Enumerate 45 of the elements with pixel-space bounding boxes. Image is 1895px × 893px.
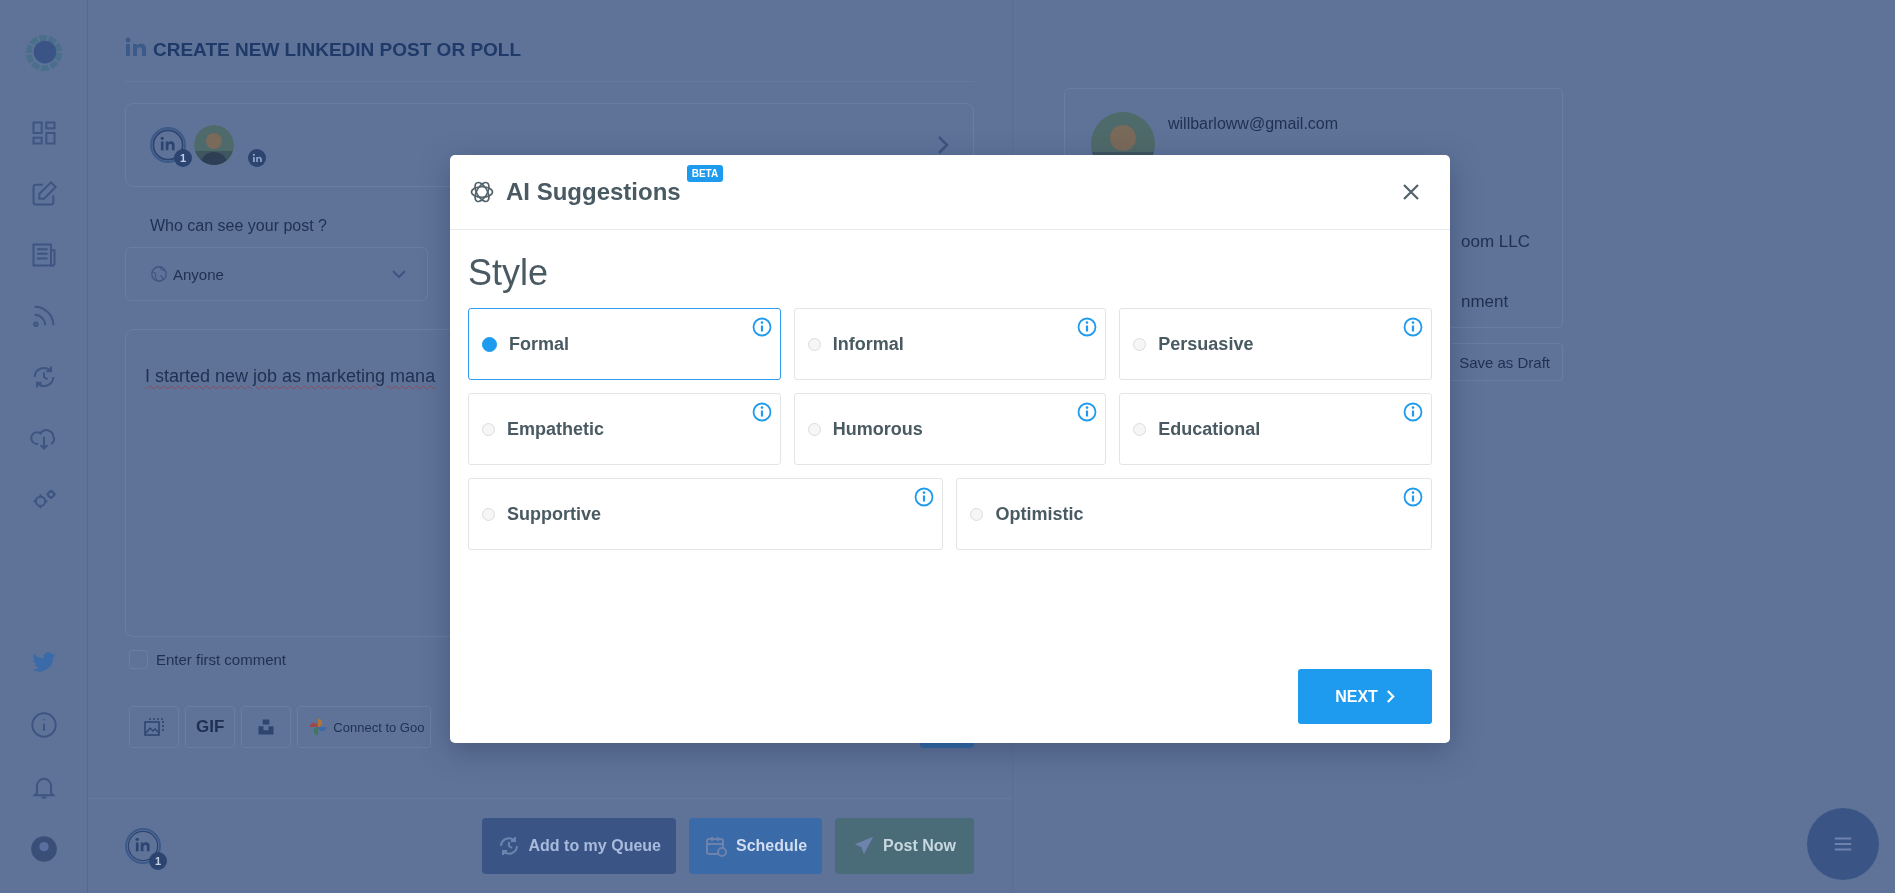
blocks-icon [256,717,277,737]
avatar-icon[interactable] [29,835,58,863]
info-icon[interactable] [1403,317,1423,337]
info-icon[interactable] [914,487,935,507]
section-heading: Style [468,252,550,294]
style-option[interactable]: Informal [793,308,1107,380]
info-icon[interactable] [1403,487,1423,507]
info-icon[interactable] [1077,402,1098,422]
add-to-queue-button[interactable]: Add to my Queue [481,818,676,874]
images-icon [142,715,166,739]
info-icon[interactable] [1077,317,1098,337]
style-option[interactable]: Educational [1119,393,1432,465]
style-option[interactable]: Formal [468,308,781,380]
post-now-button[interactable]: Post Now [835,818,974,874]
pinwheel-icon [308,717,329,737]
chevron-right-icon [1385,689,1395,704]
globe-icon [150,265,168,283]
account-count-badge: 1 [174,149,192,167]
info-icon[interactable] [751,402,772,422]
style-option[interactable]: Optimistic [956,478,1432,550]
style-option[interactable]: Supportive [468,478,944,550]
preview-text: oom LLC [1461,232,1531,252]
style-option[interactable]: Persuasive [1119,308,1432,380]
image-button[interactable] [129,706,179,748]
page-title: CREATE NEW LINKEDIN POST OR POLL [153,38,522,61]
schedule-button[interactable]: Schedule [688,818,823,874]
preview-text: nment [1461,292,1510,312]
unsplash-button[interactable] [241,706,292,748]
account-email: willbarloww@gmail.com [1168,115,1339,133]
beta-badge: BETA [686,165,724,182]
account-count-badge: 1 [149,852,167,870]
chevron-right-icon[interactable] [937,135,949,155]
calendar-clock-icon [703,834,728,858]
first-comment-field[interactable]: Enter first comment [154,649,408,669]
linkedin-icon [248,149,266,167]
chevron-down-icon [391,269,407,279]
close-icon [1401,182,1421,202]
radio-button[interactable] [482,336,497,352]
info-icon[interactable] [29,711,58,739]
info-icon[interactable] [1403,402,1423,422]
visibility-label: Who can see your post ? [150,217,328,235]
info-icon[interactable] [751,317,772,337]
style-option[interactable]: Empathetic [468,393,781,465]
style-option[interactable]: Humorous [793,393,1107,465]
logo-icon[interactable] [24,34,63,72]
